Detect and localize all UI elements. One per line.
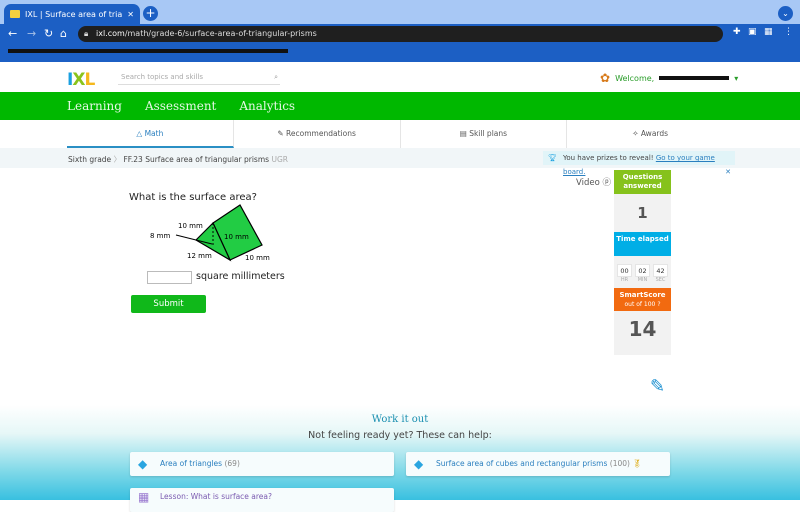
lesson-icon: ▦ (138, 490, 150, 504)
help-icon[interactable]: ? (657, 301, 660, 308)
butterfly-avatar-icon: ✿ (600, 71, 611, 85)
reload-icon[interactable]: ↻ (44, 27, 53, 40)
user-menu[interactable]: ✿ Welcome, ▾ (600, 71, 738, 85)
search-placeholder: Search topics and skills (121, 73, 203, 81)
video-label: Video (576, 178, 600, 188)
label-side-2: 10 mm (224, 233, 249, 241)
prism-diagram: 10 mm 8 mm 12 mm 10 mm 10 mm (150, 204, 270, 262)
redacted-username (659, 76, 730, 80)
timer: 00 02 42 (614, 264, 671, 277)
timer-min: 02 (635, 264, 650, 277)
smartscore-label: SmartScore (619, 291, 666, 299)
subnav-label: Recommendations (286, 129, 356, 138)
url-host: ixl.com (96, 29, 125, 38)
lock-icon: 🔒︎ (84, 29, 89, 38)
subnav-label: Awards (640, 129, 669, 138)
subnav-label: Skill plans (469, 129, 508, 138)
trophy-icon: 🏆︎ (548, 154, 557, 162)
site-header: IXL Search topics and skills ⌕ ✿ Welcome, ▾ (0, 60, 800, 92)
breadcrumb: Sixth grade 〉 FF.23 Surface area of tria… (68, 155, 288, 164)
chevron-down-icon: ▾ (734, 73, 739, 83)
home-icon[interactable]: ⌂ (60, 27, 67, 40)
submit-button[interactable]: Submit (131, 295, 206, 313)
subnav-skill-plans[interactable]: ▤ Skill plans (401, 120, 568, 148)
search-input[interactable]: Search topics and skills ⌕ (118, 69, 280, 85)
url-path: /math/grade-6/surface-area-of-triangular… (124, 29, 317, 38)
breadcrumb-bar: Sixth grade 〉 FF.23 Surface area of tria… (0, 148, 800, 176)
redacted-bookmarks (8, 49, 288, 53)
subnav-awards[interactable]: ✧ Awards (567, 120, 733, 148)
card-label: Surface area of cubes and rectangular pr… (436, 459, 608, 468)
label-side: 10 mm (178, 222, 203, 230)
browser-toolbar: ← → ↻ ⌂ 🔒︎ ixl.com/math/grade-6/surface-a… (0, 24, 800, 44)
questions-answered-label: Questions answered (614, 170, 671, 194)
prize-text: You have prizes to reveal! (563, 154, 654, 162)
sec-label: SEC (655, 277, 666, 283)
forward-icon[interactable]: → (27, 27, 36, 40)
nav-analytics[interactable]: Analytics (239, 99, 295, 113)
skill-code: UGR (271, 155, 288, 164)
profile-icon[interactable]: ▦ (764, 27, 773, 37)
menu-icon[interactable]: ⋮ (784, 27, 793, 37)
math-icon: △ (136, 129, 145, 138)
play-icon: ⓟ (602, 178, 612, 188)
nav-learning[interactable]: Learning (67, 99, 122, 113)
help-card-surface-area-cubes[interactable]: ◆ Surface area of cubes and rectangular p… (406, 452, 670, 476)
unit-label: square millimeters (196, 271, 285, 282)
video-link[interactable]: Video ⓟ (576, 176, 611, 188)
sub-nav: △ Math ✎ Recommendations ▤ Skill plans ✧… (67, 120, 733, 148)
new-tab-button[interactable]: + (143, 6, 158, 21)
main-nav: Learning Assessment Analytics (0, 92, 800, 120)
prize-banner: 🏆︎ You have prizes to reveal! Go to your … (543, 151, 735, 176)
label-height: 8 mm (150, 232, 170, 240)
subnav-label: Math (144, 129, 164, 138)
hr-label: HR (620, 277, 629, 283)
breadcrumb-grade[interactable]: Sixth grade (68, 155, 111, 164)
answer-input[interactable] (147, 271, 192, 284)
help-card-lesson[interactable]: ▦ Lesson: What is surface area? (130, 488, 394, 512)
breadcrumb-skill: FF.23 Surface area of triangular prisms (123, 155, 270, 164)
card-count: (69) (224, 459, 240, 468)
diamond-icon: ◆ (138, 457, 148, 471)
timer-sec: 42 (653, 264, 668, 277)
browser-tab-strip: IXL | Surface area of triangular ✕ + ⌄ (0, 0, 800, 24)
medal-icon: 🏅︎ (632, 459, 642, 468)
stats-sidebar: Questions answered 1 Time elapsed 00 02 42… (614, 170, 671, 355)
ixl-logo[interactable]: IXL (67, 70, 95, 90)
ixl-favicon-icon (10, 10, 20, 18)
diamond-icon: ◆ (414, 457, 424, 471)
awards-icon: ✧ (632, 129, 641, 138)
bookmarks-bar (0, 44, 800, 60)
nav-assessment[interactable]: Assessment (145, 99, 216, 113)
extensions-icon[interactable]: ✚ (733, 27, 741, 37)
label-base: 12 mm (187, 252, 212, 260)
tab-title: IXL | Surface area of triangular (25, 9, 123, 19)
card-label: Area of triangles (160, 459, 223, 468)
search-icon[interactable]: ⌕ (274, 69, 278, 85)
welcome-text: Welcome, (615, 73, 655, 83)
close-tab-icon[interactable]: ✕ (127, 10, 134, 19)
card-count: (100) (609, 459, 630, 468)
smartscore-value: 14 (628, 317, 657, 341)
pencil-icon[interactable]: ✎ (650, 376, 665, 397)
subnav-recommendations[interactable]: ✎ Recommendations (234, 120, 401, 148)
smartscore-sub: out of 100 (624, 301, 656, 308)
help-subtitle: Not feeling ready yet? These can help: (308, 430, 492, 441)
tab-search-button[interactable]: ⌄ (778, 6, 793, 21)
work-it-out-title: Work it out (371, 414, 429, 425)
subnav-math[interactable]: △ Math (67, 120, 234, 148)
browser-tab[interactable]: IXL | Surface area of triangular ✕ (4, 4, 140, 24)
timer-hr: 00 (617, 264, 632, 277)
address-bar[interactable]: 🔒︎ ixl.com/math/grade-6/surface-area-of-t… (78, 26, 723, 42)
questions-answered-count: 1 (637, 204, 648, 222)
sidebar-icon[interactable]: ▣ (748, 27, 757, 37)
label-length: 10 mm (245, 254, 270, 262)
skill-plans-icon: ▤ (459, 129, 470, 138)
min-label: MIN (637, 277, 648, 283)
back-icon[interactable]: ← (8, 27, 17, 40)
close-icon[interactable]: ✕ (725, 165, 731, 179)
recommendations-icon: ✎ (277, 129, 287, 138)
help-card-area-of-triangles[interactable]: ◆ Area of triangles (69) (130, 452, 394, 476)
time-elapsed-label: Time elapsed (614, 232, 671, 256)
